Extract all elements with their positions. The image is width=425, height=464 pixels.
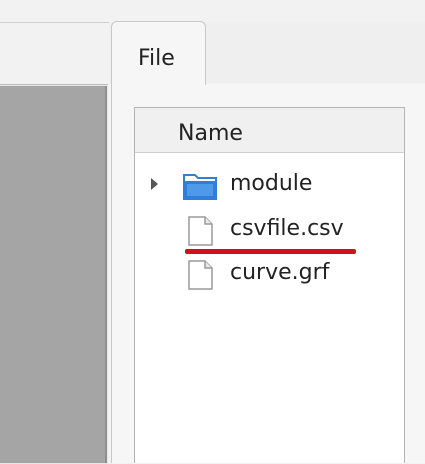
left-panel xyxy=(0,86,107,463)
expand-arrow-icon[interactable] xyxy=(151,178,158,190)
folder-icon xyxy=(183,171,217,201)
tree-item-label: csvfile.csv xyxy=(230,216,344,241)
highlight-underline xyxy=(185,249,356,254)
file-icon xyxy=(183,216,217,246)
tree-row-csvfile[interactable]: csvfile.csv xyxy=(135,208,404,252)
name-column-header[interactable]: Name xyxy=(135,108,404,153)
tab-file-label: File xyxy=(138,46,175,71)
tree-row-curve[interactable]: curve.grf xyxy=(135,252,404,296)
tree-item-label: curve.grf xyxy=(230,260,330,285)
name-column-header-label: Name xyxy=(178,121,243,146)
file-tree[interactable]: Name module csvfile.csv curve.grf xyxy=(134,107,405,463)
top-strip xyxy=(0,0,425,23)
tab-file[interactable]: File xyxy=(111,21,206,85)
file-icon xyxy=(183,260,217,290)
tree-item-label: module xyxy=(230,171,313,196)
tree-row-module[interactable]: module xyxy=(135,163,404,207)
